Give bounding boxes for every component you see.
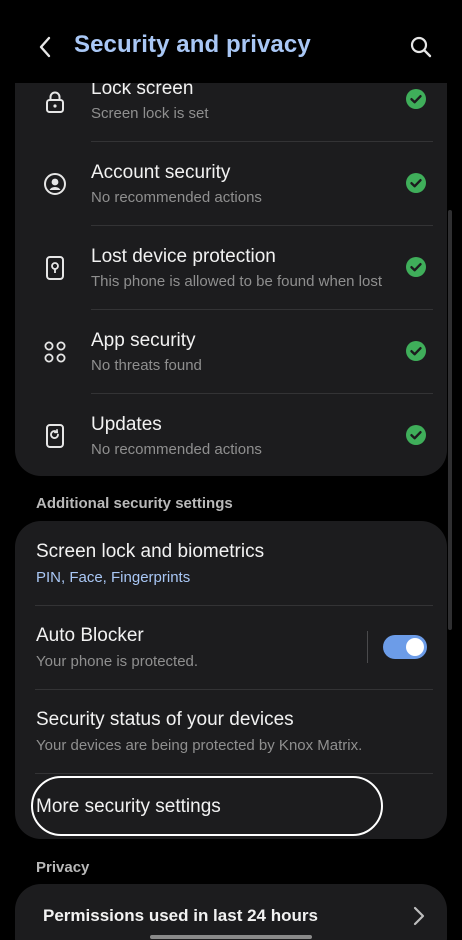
search-button[interactable] bbox=[404, 30, 438, 64]
status-item-app-security[interactable]: App security No threats found bbox=[15, 310, 447, 394]
status-item-title: Account security bbox=[91, 162, 231, 183]
setting-title: Security status of your devices bbox=[36, 709, 294, 730]
setting-title: Screen lock and biometrics bbox=[36, 541, 265, 562]
setting-auto-blocker[interactable]: Auto Blocker Your phone is protected. bbox=[15, 606, 447, 688]
setting-subtitle: Your phone is protected. bbox=[36, 653, 199, 670]
search-icon bbox=[410, 36, 432, 58]
check-circle-icon bbox=[406, 257, 426, 277]
status-item-subtitle: No recommended actions bbox=[91, 189, 262, 206]
status-item-title: Updates bbox=[91, 414, 162, 435]
app-bar: Security and privacy bbox=[0, 0, 462, 90]
navigation-handle[interactable] bbox=[150, 935, 312, 939]
status-item-updates[interactable]: Updates No recommended actions bbox=[15, 394, 447, 476]
security-status-card: Lock screen Screen lock is set Account s… bbox=[15, 83, 447, 476]
auto-blocker-toggle[interactable] bbox=[383, 635, 427, 659]
status-item-title: App security bbox=[91, 330, 196, 351]
vertical-divider bbox=[367, 631, 368, 663]
lock-icon bbox=[42, 89, 68, 115]
section-header-additional: Additional security settings bbox=[36, 495, 233, 512]
status-item-account-security[interactable]: Account security No recommended actions bbox=[15, 142, 447, 226]
section-header-privacy: Privacy bbox=[36, 859, 90, 876]
apps-icon bbox=[42, 339, 68, 365]
status-item-subtitle: No recommended actions bbox=[91, 441, 262, 458]
setting-subtitle: Your devices are being protected by Knox… bbox=[36, 737, 363, 754]
chevron-left-icon bbox=[39, 36, 51, 58]
page-title: Security and privacy bbox=[74, 31, 311, 58]
status-item-lost-device-protection[interactable]: Lost device protection This phone is all… bbox=[15, 226, 447, 310]
account-icon bbox=[42, 171, 68, 197]
status-item-subtitle: Screen lock is set bbox=[91, 105, 209, 122]
status-item-subtitle: This phone is allowed to be found when l… bbox=[91, 273, 383, 290]
check-circle-icon bbox=[406, 425, 426, 445]
setting-subtitle: PIN, Face, Fingerprints bbox=[36, 569, 191, 586]
setting-title: Auto Blocker bbox=[36, 625, 144, 646]
status-item-subtitle: No threats found bbox=[91, 357, 202, 374]
check-circle-icon bbox=[406, 341, 426, 361]
check-circle-icon bbox=[406, 173, 426, 193]
setting-security-status-devices[interactable]: Security status of your devices Your dev… bbox=[15, 690, 447, 772]
toggle-knob bbox=[406, 638, 424, 656]
status-item-title: Lock screen bbox=[91, 83, 194, 99]
privacy-card: Permissions used in last 24 hours bbox=[15, 884, 447, 940]
setting-screen-lock-biometrics[interactable]: Screen lock and biometrics PIN, Face, Fi… bbox=[15, 521, 447, 605]
back-button[interactable] bbox=[28, 30, 62, 64]
check-circle-icon bbox=[406, 89, 426, 109]
device-icon bbox=[42, 255, 68, 281]
update-icon bbox=[42, 423, 68, 449]
setting-title: Permissions used in last 24 hours bbox=[43, 906, 318, 925]
chevron-right-icon bbox=[413, 906, 425, 926]
setting-permissions-last-24h[interactable]: Permissions used in last 24 hours bbox=[15, 884, 447, 940]
scrollbar[interactable] bbox=[448, 210, 452, 630]
highlight-annotation bbox=[31, 776, 383, 836]
security-privacy-screen: Security and privacy Lock screen Screen … bbox=[0, 0, 462, 940]
status-item-title: Lost device protection bbox=[91, 246, 276, 267]
